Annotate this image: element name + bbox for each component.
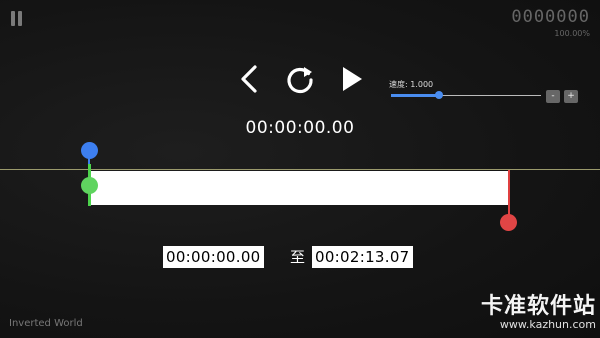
current-time: 00:00:00.00 [245,118,355,138]
speed-decrease-button[interactable]: - [546,90,560,103]
speed-slider[interactable] [391,91,541,99]
pause-icon[interactable] [10,11,24,26]
progress-percent: 100.00% [554,29,590,38]
chevron-left-icon [241,65,257,93]
start-marker-handle[interactable] [81,177,98,194]
speed-slider-fill [391,94,439,97]
watermark: 卡准软件站 www.kazhun.com [481,288,596,331]
range-start[interactable]: 00:00:00.00 [163,246,264,268]
play-icon [343,67,362,91]
end-marker-handle[interactable] [500,214,517,231]
track-name: Inverted World [9,318,83,329]
speed-slider-thumb[interactable] [435,91,443,99]
score-display: 0000000 [511,7,590,27]
selection-bar[interactable] [90,171,509,205]
range-to-label: 至 [290,248,306,266]
watermark-text: 卡准软件站 [480,294,596,319]
range-end-time[interactable]: 00:02:13.07 [312,246,413,268]
playhead-handle[interactable] [81,142,98,159]
play-button[interactable] [335,62,369,96]
range-start-time[interactable]: 00:00:00.00 [163,246,264,268]
replay-button[interactable] [283,62,317,96]
back-button[interactable] [232,62,266,96]
range-end[interactable]: 00:02:13.07 [312,246,413,268]
speed-label: 速度: 1.000 [389,80,434,89]
replay-icon [287,67,313,94]
speed-increase-button[interactable]: + [564,90,578,103]
